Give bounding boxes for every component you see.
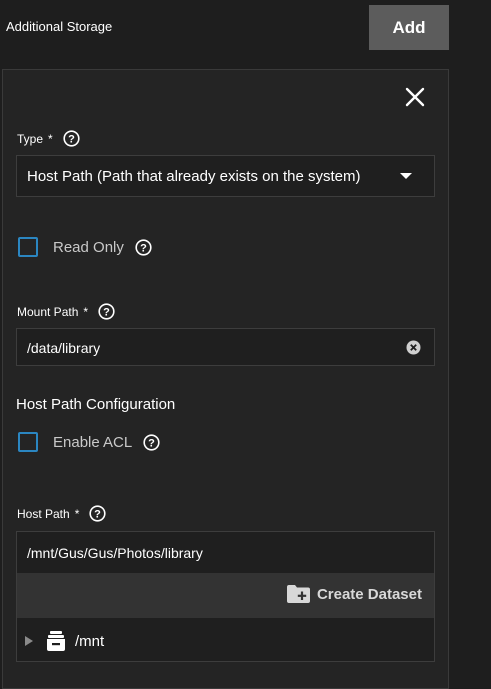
help-icon[interactable]: ? bbox=[98, 303, 115, 320]
enable-acl-row: Enable ACL ? bbox=[18, 432, 160, 452]
enable-acl-checkbox[interactable] bbox=[18, 432, 38, 452]
expand-caret-icon[interactable] bbox=[25, 636, 33, 646]
mount-path-label: Mount Path bbox=[17, 304, 79, 319]
dataset-icon bbox=[47, 631, 65, 651]
add-button[interactable]: Add bbox=[369, 5, 449, 50]
svg-text:?: ? bbox=[95, 509, 102, 521]
host-path-input[interactable]: /mnt/Gus/Gus/Photos/library bbox=[27, 545, 203, 561]
read-only-row: Read Only ? bbox=[18, 237, 152, 257]
type-label-row: Type * ? bbox=[17, 130, 80, 147]
chevron-down-icon bbox=[400, 173, 412, 179]
mount-path-value: /data/library bbox=[27, 340, 101, 356]
host-path-label: Host Path bbox=[17, 506, 70, 521]
read-only-checkbox[interactable] bbox=[18, 237, 38, 257]
host-path-label-row: Host Path * ? bbox=[17, 505, 106, 522]
type-select[interactable]: Host Path (Path that already exists on t… bbox=[16, 155, 435, 197]
type-label: Type bbox=[17, 131, 44, 146]
required-mark: * bbox=[74, 506, 80, 521]
svg-text:?: ? bbox=[103, 307, 110, 319]
svg-text:?: ? bbox=[148, 437, 155, 449]
enable-acl-label: Enable ACL bbox=[53, 433, 133, 451]
host-path-explorer: /mnt/Gus/Gus/Photos/library Create Datas… bbox=[16, 531, 435, 662]
mount-path-label-row: Mount Path * ? bbox=[17, 303, 115, 320]
help-icon[interactable]: ? bbox=[63, 130, 80, 147]
tree-node-label: /mnt bbox=[75, 632, 105, 650]
create-dataset-button[interactable]: Create Dataset bbox=[286, 584, 422, 604]
create-dataset-label: Create Dataset bbox=[316, 585, 422, 603]
svg-text:?: ? bbox=[68, 134, 75, 146]
svg-text:?: ? bbox=[140, 242, 147, 254]
required-mark: * bbox=[48, 131, 53, 146]
tree-node[interactable]: /mnt bbox=[17, 622, 434, 660]
explorer-toolbar: Create Dataset bbox=[17, 573, 434, 618]
read-only-label: Read Only bbox=[53, 238, 124, 256]
clear-icon[interactable] bbox=[406, 340, 421, 355]
help-icon[interactable]: ? bbox=[135, 238, 152, 256]
host-path-config-heading: Host Path Configuration bbox=[16, 396, 176, 413]
type-select-value: Host Path (Path that already exists on t… bbox=[27, 168, 361, 185]
folder-plus-icon bbox=[286, 585, 310, 603]
help-icon[interactable]: ? bbox=[143, 433, 160, 451]
section-header: Additional Storage Add bbox=[0, 0, 491, 56]
help-icon[interactable]: ? bbox=[89, 505, 106, 522]
mount-path-input[interactable]: /data/library bbox=[16, 328, 435, 366]
section-title: Additional Storage bbox=[6, 19, 113, 34]
required-mark: * bbox=[83, 304, 89, 319]
close-icon[interactable] bbox=[402, 84, 428, 110]
